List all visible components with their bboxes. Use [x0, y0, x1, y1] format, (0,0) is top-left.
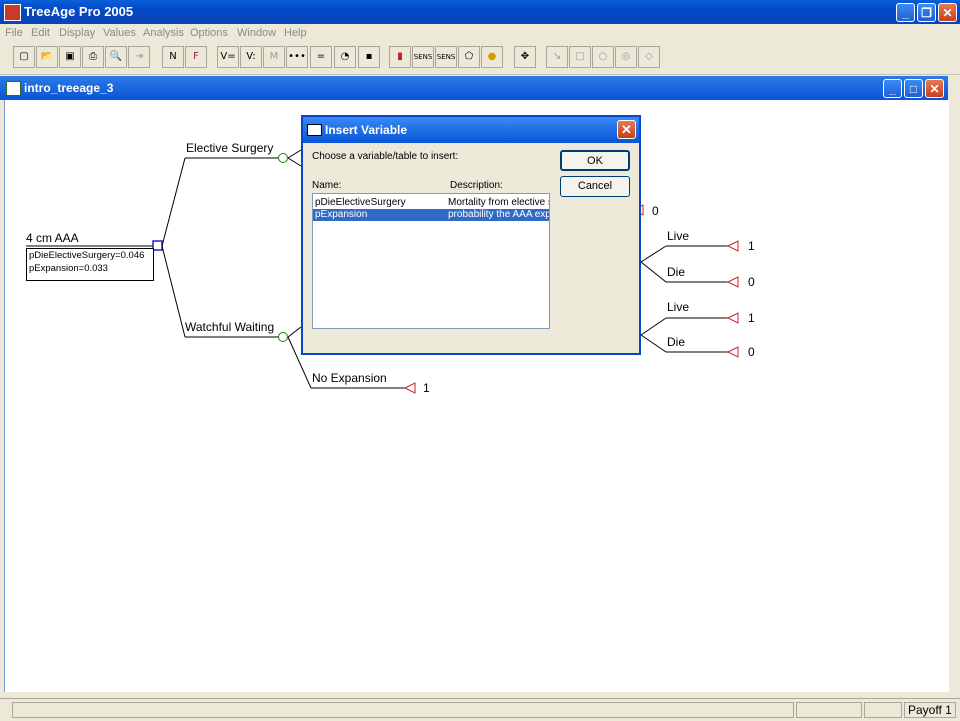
payoff-live: 1 [748, 239, 755, 253]
branch-label-live[interactable]: Live [667, 229, 689, 243]
column-header-name: Name: [312, 180, 342, 191]
payoff-live: 1 [748, 311, 755, 325]
root-label[interactable]: 4 cm AAA [26, 231, 79, 245]
ok-button[interactable]: OK [560, 150, 630, 171]
branch-label-elective[interactable]: Elective Surgery [186, 141, 273, 155]
list-item[interactable]: pDieElectiveSurgery Mortality from elect… [313, 197, 549, 209]
branch-label-watchful[interactable]: Watchful Waiting [185, 320, 274, 334]
column-header-description: Description: [450, 180, 503, 191]
branch-label-live[interactable]: Live [667, 300, 689, 314]
chance-node-watchful[interactable] [278, 332, 288, 342]
dialog-titlebar: Insert Variable ✕ [303, 117, 639, 143]
status-payoff: Payoff 1 [904, 702, 956, 718]
decision-tree [26, 149, 739, 394]
variables-box[interactable]: pDieElectiveSurgery=0.046 pExpansion=0.0… [26, 248, 154, 281]
terminal-node-live1 [726, 240, 739, 252]
var-line: pDieElectiveSurgery=0.046 [29, 250, 145, 261]
variable-list[interactable]: pDieElectiveSurgery Mortality from elect… [312, 193, 550, 329]
terminal-node-no-expansion [403, 382, 416, 394]
list-item-selected[interactable]: pExpansion probability the AAA exp [313, 209, 549, 221]
branch-label-die[interactable]: Die [667, 335, 685, 349]
chance-node-elective[interactable] [278, 153, 288, 163]
dialog-title: Insert Variable [325, 123, 408, 137]
dialog-prompt: Choose a variable/table to insert: [312, 151, 459, 162]
status-cell [796, 702, 862, 718]
var-line: pExpansion=0.033 [29, 263, 108, 274]
status-cell [864, 702, 902, 718]
status-message [12, 702, 794, 718]
terminal-node-live2 [726, 312, 739, 324]
terminal-node-die2 [726, 346, 739, 358]
payoff-die: 0 [748, 345, 755, 359]
payoff-die: 0 [748, 275, 755, 289]
payoff-top: 0 [652, 204, 659, 218]
insert-variable-dialog: Insert Variable ✕ Choose a variable/tabl… [301, 115, 641, 355]
branch-watchful-line [161, 245, 186, 338]
branch-label-die[interactable]: Die [667, 265, 685, 279]
cancel-button[interactable]: Cancel [560, 176, 630, 197]
payoff-no-expansion: 1 [423, 381, 430, 395]
terminal-node-die1 [726, 276, 739, 288]
dialog-window-icon [307, 124, 322, 136]
decision-node[interactable] [152, 240, 163, 251]
branch-label-no-expansion[interactable]: No Expansion [312, 371, 387, 385]
branch-elective-line [161, 157, 186, 247]
dialog-close-icon[interactable]: ✕ [617, 120, 636, 139]
